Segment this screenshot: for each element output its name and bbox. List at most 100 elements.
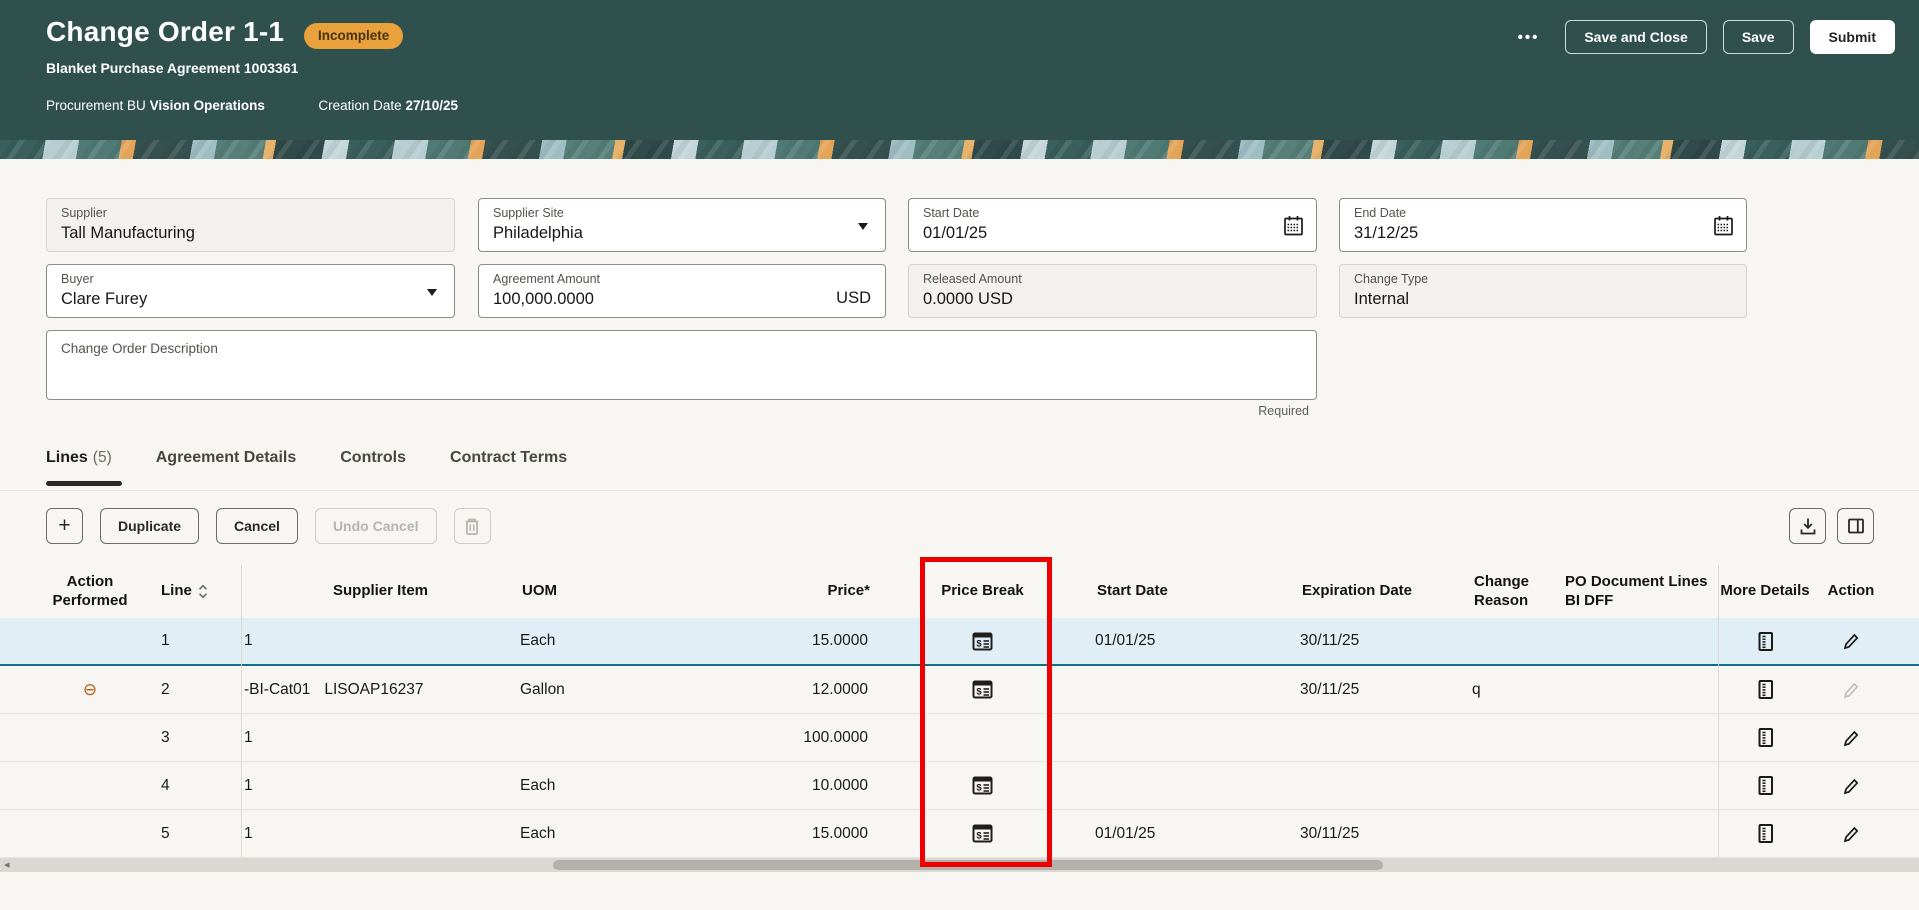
submit-button[interactable]: Submit [1809, 20, 1895, 54]
line-number: 3 [161, 728, 170, 746]
scroll-left-arrow-icon[interactable]: ◂ [4, 858, 10, 872]
edit-pencil-icon-disabled [1841, 680, 1861, 700]
procurement-bu-value: Vision Operations [149, 98, 265, 113]
table-view-tools [1789, 508, 1874, 544]
change-type-value: Internal [1354, 290, 1410, 308]
price-break-cell: $ [870, 776, 1095, 795]
line-number: 4 [161, 776, 170, 794]
supplier-label: Supplier [61, 206, 107, 220]
creation-date-value: 27/10/25 [405, 98, 458, 113]
table-row[interactable]: 4 1 Each 10.0000 $ [0, 762, 1919, 810]
col-action: Action [1827, 582, 1875, 600]
lines-count: (5) [92, 449, 112, 466]
cancel-line-button[interactable]: Cancel [216, 508, 298, 544]
col-price-break: Price Break [941, 582, 1024, 600]
released-amount-value: 0.0000 USD [923, 290, 1013, 308]
supplier-item-cell: 1 [244, 632, 253, 649]
chevron-down-icon[interactable] [858, 223, 868, 230]
edit-pencil-icon[interactable] [1841, 631, 1861, 651]
price-break-icon[interactable]: $ [972, 632, 993, 651]
save-and-close-button[interactable]: Save and Close [1565, 20, 1707, 54]
more-details-cell [1718, 631, 1812, 652]
columns-icon [1846, 516, 1866, 536]
line-number: 2 [161, 680, 170, 698]
price-cell: 15.0000 [811, 824, 868, 842]
price-cell: 100.0000 [803, 728, 868, 746]
buyer-field[interactable]: Buyer Clare Furey [46, 264, 455, 318]
tab-lines[interactable]: Lines (5) [46, 449, 112, 467]
price-break-icon[interactable]: $ [972, 824, 993, 843]
tab-controls[interactable]: Controls [340, 449, 406, 467]
supplier-site-field[interactable]: Supplier Site Philadelphia [478, 198, 886, 252]
price-cell: 15.0000 [811, 632, 868, 649]
table-row[interactable]: 5 1 Each 15.0000 $ 01/01/25 30/11/25 [0, 810, 1919, 858]
table-row[interactable]: 1 1 Each 15.0000 $ 01/01/25 30/11/25 [0, 618, 1919, 666]
table-row[interactable]: ⊖ 2 -BI-Cat01 LISOAP16237 Gallon 12.0000 … [0, 666, 1919, 714]
lines-toolbar: + Duplicate Cancel Undo Cancel [46, 508, 491, 544]
uom-cell: Each [520, 776, 556, 794]
status-badge: Incomplete [304, 23, 404, 49]
edit-pencil-icon[interactable] [1841, 728, 1861, 748]
supplier-item-cell: 1 [244, 776, 253, 794]
lines-table: Action Performed Line Supplier Item UOM … [0, 565, 1919, 858]
table-row[interactable]: 3 1 100.0000 [0, 714, 1919, 762]
frozen-column-divider [1718, 565, 1719, 857]
download-button[interactable] [1789, 508, 1826, 544]
edit-pencil-icon[interactable] [1841, 824, 1861, 844]
more-details-icon[interactable] [1756, 823, 1775, 844]
agreement-amount-field[interactable]: Agreement Amount 100,000.0000 USD [478, 264, 886, 318]
more-details-icon[interactable] [1756, 775, 1775, 796]
more-details-icon[interactable] [1756, 727, 1775, 748]
add-line-button[interactable]: + [46, 508, 83, 544]
edit-pencil-icon[interactable] [1841, 776, 1861, 796]
col-action-performed: Action Performed [52, 572, 128, 609]
col-price: Price* [827, 582, 870, 600]
calendar-icon[interactable] [1712, 214, 1735, 238]
price-cell: 10.0000 [811, 776, 868, 794]
released-amount-field: Released Amount 0.0000 USD [908, 264, 1317, 318]
header-actions: ••• Save and Close Save Submit [1518, 20, 1895, 54]
action-cell [1812, 680, 1890, 700]
chevron-down-icon[interactable] [427, 289, 437, 296]
end-date-field[interactable]: End Date 31/12/25 [1339, 198, 1747, 252]
uom-cell: Each [520, 824, 556, 842]
svg-text:$: $ [976, 687, 982, 698]
start-date-field[interactable]: Start Date 01/01/25 [908, 198, 1317, 252]
price-break-cell: $ [870, 824, 1095, 843]
more-details-icon[interactable] [1756, 631, 1775, 652]
released-amount-label: Released Amount [923, 272, 1022, 286]
save-button[interactable]: Save [1722, 20, 1794, 54]
tabs-divider [0, 490, 1919, 491]
price-break-icon[interactable]: $ [972, 776, 993, 795]
supplier-value: Tall Manufacturing [61, 224, 195, 242]
more-details-icon[interactable] [1756, 679, 1775, 700]
calendar-icon[interactable] [1282, 214, 1305, 238]
undo-cancel-button: Undo Cancel [314, 508, 437, 544]
col-po-dff: PO Document Lines BI DFF [1565, 572, 1708, 609]
expiration-date-cell: 30/11/25 [1300, 680, 1360, 698]
action-cell [1812, 631, 1890, 651]
sort-icon[interactable] [197, 583, 209, 600]
manage-columns-button[interactable] [1837, 508, 1874, 544]
col-more-details: More Details [1720, 582, 1810, 600]
more-details-cell [1718, 727, 1812, 748]
more-actions-icon[interactable]: ••• [1518, 29, 1540, 46]
change-order-description-field[interactable]: Change Order Description [46, 330, 1317, 400]
svg-text:$: $ [976, 831, 982, 842]
creation-date-label: Creation Date [318, 98, 402, 113]
duplicate-button[interactable]: Duplicate [100, 508, 200, 544]
col-start-date: Start Date [1097, 582, 1168, 600]
col-expiration-date: Expiration Date [1302, 582, 1413, 600]
buyer-value: Clare Furey [61, 290, 148, 308]
expiration-date-cell: 30/11/25 [1300, 632, 1360, 649]
horizontal-scrollbar-thumb[interactable] [553, 860, 1383, 870]
col-line[interactable]: Line [150, 582, 241, 601]
tab-agreement-details[interactable]: Agreement Details [156, 449, 297, 467]
price-break-icon[interactable]: $ [972, 680, 993, 699]
tab-bar: Lines (5) Agreement Details Controls Cont… [46, 449, 567, 467]
frozen-column-divider [241, 565, 242, 857]
expiration-date-cell: 30/11/25 [1300, 824, 1360, 842]
page-header: Change Order 1-1 Incomplete Blanket Purc… [0, 0, 1919, 140]
tab-contract-terms[interactable]: Contract Terms [450, 449, 567, 467]
description-label: Change Order Description [61, 341, 218, 356]
